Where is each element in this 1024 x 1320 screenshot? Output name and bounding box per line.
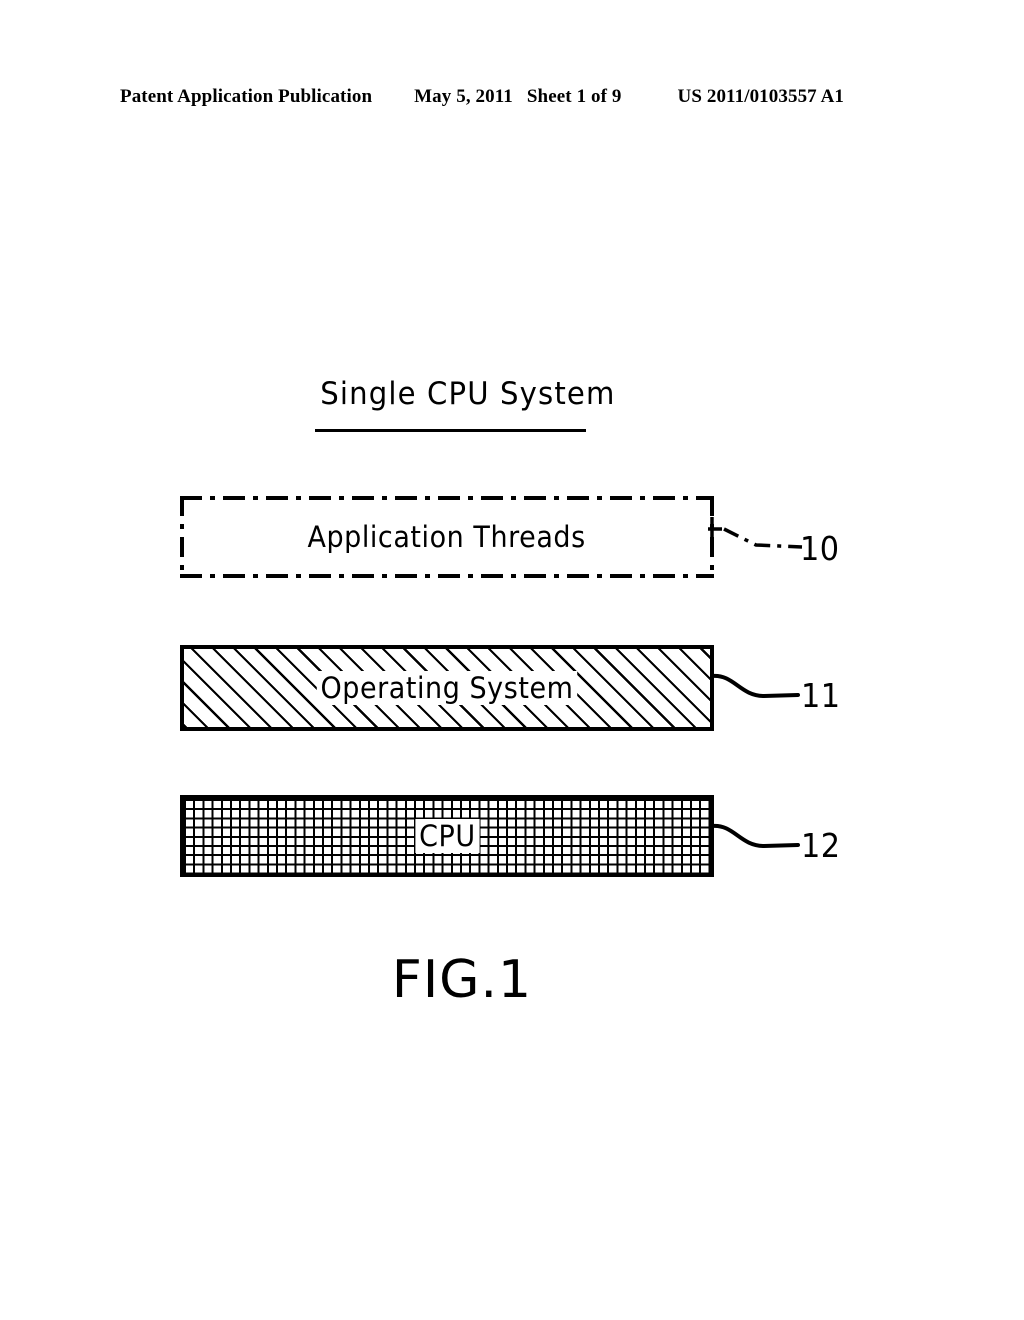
- block-cpu: CPU: [180, 795, 714, 877]
- dashed-border-bottom: [180, 574, 714, 578]
- block-label-text: Application Threads: [304, 520, 590, 554]
- border-corner-top-right: [710, 496, 714, 500]
- block-label-operating-system: Operating System: [184, 671, 710, 705]
- leader-line-11: [710, 673, 800, 699]
- diagram-title-underline: [315, 429, 586, 432]
- dashed-border-left: [180, 496, 184, 578]
- border-corner-bottom-right: [710, 574, 714, 578]
- block-label-text: Operating System: [316, 671, 578, 705]
- diagram-title: Single CPU System: [320, 376, 616, 412]
- leader-line-12: [710, 823, 800, 849]
- block-label-cpu: CPU: [184, 819, 710, 853]
- block-application-threads: Application Threads: [180, 496, 714, 578]
- dashed-border-top: [180, 496, 714, 500]
- reference-numeral-12: 12: [801, 826, 841, 865]
- figure-caption: FIG.1: [391, 950, 533, 1010]
- border-corner-bottom-left: [180, 574, 184, 578]
- patent-figure: Single CPU System Application Threads 10…: [0, 0, 1024, 1320]
- reference-numeral-11: 11: [801, 676, 841, 715]
- reference-numeral-10: 10: [800, 529, 840, 568]
- border-corner-top-left: [180, 496, 184, 500]
- block-label-application-threads: Application Threads: [180, 520, 714, 554]
- dashed-border-right: [710, 496, 714, 578]
- block-label-text: CPU: [415, 819, 479, 853]
- block-operating-system: Operating System: [180, 645, 714, 731]
